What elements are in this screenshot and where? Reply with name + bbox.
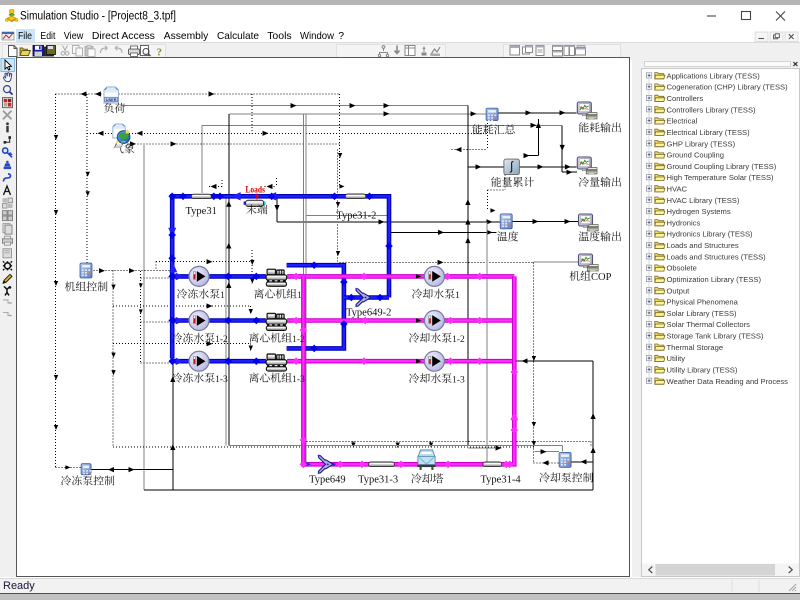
svg-text:Cogeneration (CHP) Library (TE: Cogeneration (CHP) Library (TESS) — [667, 83, 789, 92]
svg-text:Ground Coupling Library (TESS): Ground Coupling Library (TESS) — [667, 162, 777, 171]
svg-text:Loads and Structures (TESS): Loads and Structures (TESS) — [667, 252, 767, 261]
svg-text:Electrical Library (TESS): Electrical Library (TESS) — [667, 128, 751, 137]
svg-text:HVAC Library (TESS): HVAC Library (TESS) — [667, 196, 740, 205]
svg-text:Hydrogen Systems: Hydrogen Systems — [667, 207, 731, 216]
svg-text:Controllers Library (TESS): Controllers Library (TESS) — [667, 105, 757, 114]
svg-text:Loads and Structures: Loads and Structures — [667, 241, 739, 250]
svg-text:Ready: Ready — [3, 580, 35, 592]
svg-text:Storage Tank Library (TESS): Storage Tank Library (TESS) — [667, 332, 764, 341]
svg-text:Output: Output — [667, 286, 691, 295]
svg-text:GHP Library (TESS): GHP Library (TESS) — [667, 139, 736, 148]
svg-text:Utility: Utility — [667, 354, 686, 363]
svg-text:Hydronics Library (TESS): Hydronics Library (TESS) — [667, 230, 754, 239]
svg-text:Utility Library (TESS): Utility Library (TESS) — [667, 366, 738, 375]
svg-text:HVAC: HVAC — [667, 185, 688, 194]
svg-text:Applications Library (TESS): Applications Library (TESS) — [667, 71, 761, 80]
svg-text:Solar Library (TESS): Solar Library (TESS) — [667, 309, 738, 318]
svg-text:Hydronics: Hydronics — [667, 218, 701, 227]
svg-text:Ground Coupling: Ground Coupling — [667, 151, 724, 160]
svg-text:Obsolete: Obsolete — [667, 264, 697, 273]
svg-text:Thermal Storage: Thermal Storage — [667, 343, 724, 352]
svg-text:High Temperature Solar (TESS): High Temperature Solar (TESS) — [667, 173, 775, 182]
svg-text:Optimization Library (TESS): Optimization Library (TESS) — [667, 275, 762, 284]
svg-text:Weather Data Reading and Proce: Weather Data Reading and Process — [667, 377, 789, 386]
svg-text:Solar Thermal Collectors: Solar Thermal Collectors — [667, 320, 751, 329]
svg-text:Controllers: Controllers — [667, 94, 704, 103]
svg-text:Physical Phenomena: Physical Phenomena — [667, 298, 739, 307]
svg-text:Electrical: Electrical — [667, 117, 698, 126]
